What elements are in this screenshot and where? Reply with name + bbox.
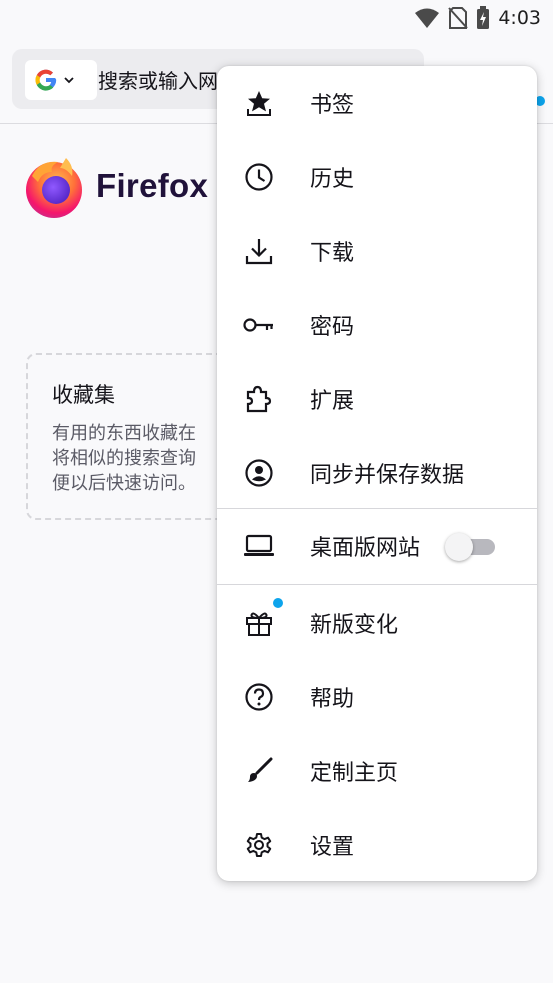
new-badge-dot bbox=[273, 598, 283, 608]
menu-item-customize-homepage[interactable]: 定制主页 bbox=[217, 734, 537, 808]
menu-item-extensions[interactable]: 扩展 bbox=[217, 362, 537, 436]
menu-item-label: 桌面版网站 bbox=[310, 536, 421, 561]
menu-item-history[interactable]: 历史 bbox=[217, 140, 537, 214]
bookmark-star-icon bbox=[241, 85, 277, 121]
firefox-wordmark: Firefox bbox=[96, 167, 209, 204]
puzzle-icon bbox=[241, 381, 277, 417]
collections-description-line: 将相似的搜索查询 bbox=[52, 448, 196, 469]
menu-item-label: 设置 bbox=[310, 835, 355, 860]
chevron-down-icon bbox=[63, 75, 75, 85]
menu-item-downloads[interactable]: 下载 bbox=[217, 214, 537, 288]
google-logo-icon bbox=[33, 67, 59, 93]
status-bar: 4:03 bbox=[0, 0, 553, 38]
menu-item-passwords[interactable]: 密码 bbox=[217, 288, 537, 362]
laptop-icon bbox=[241, 528, 277, 564]
battery-charging-icon bbox=[476, 6, 490, 30]
desktop-site-toggle[interactable] bbox=[445, 533, 495, 561]
menu-item-desktop-site[interactable]: 桌面版网站 bbox=[217, 509, 537, 583]
search-engine-selector[interactable] bbox=[25, 60, 97, 100]
download-icon bbox=[241, 233, 277, 269]
menu-divider bbox=[217, 584, 537, 585]
paintbrush-icon bbox=[241, 753, 277, 789]
menu-item-label: 历史 bbox=[310, 167, 355, 192]
menu-item-label: 密码 bbox=[310, 315, 355, 340]
key-icon bbox=[241, 307, 277, 343]
status-icons: 4:03 bbox=[414, 6, 541, 30]
menu-item-label: 扩展 bbox=[310, 389, 355, 414]
menu-item-label: 定制主页 bbox=[310, 761, 399, 786]
collections-description-line: 便以后快速访问。 bbox=[52, 473, 196, 494]
no-sim-icon bbox=[448, 6, 469, 30]
firefox-logo: Firefox bbox=[22, 154, 208, 218]
help-icon bbox=[241, 679, 277, 715]
menu-item-help[interactable]: 帮助 bbox=[217, 660, 537, 734]
status-time: 4:03 bbox=[498, 7, 541, 29]
firefox-logo-icon bbox=[22, 154, 86, 218]
menu-item-label: 新版变化 bbox=[310, 613, 399, 638]
clock-icon bbox=[241, 159, 277, 195]
menu-item-bookmarks[interactable]: 书签 bbox=[217, 66, 537, 140]
menu-item-whats-new[interactable]: 新版变化 bbox=[217, 586, 537, 660]
gift-icon bbox=[241, 605, 277, 641]
main-menu: 书签 历史 下载 密码 扩展 同步并保存数据 桌面版网站 新版变化 帮助 定制主… bbox=[217, 66, 537, 881]
menu-item-sync[interactable]: 同步并保存数据 bbox=[217, 436, 537, 510]
wifi-icon bbox=[414, 7, 440, 29]
menu-item-label: 下载 bbox=[310, 241, 355, 266]
account-icon bbox=[241, 455, 277, 491]
toggle-knob bbox=[445, 533, 473, 561]
menu-item-settings[interactable]: 设置 bbox=[217, 808, 537, 882]
menu-item-label: 同步并保存数据 bbox=[310, 463, 465, 488]
menu-item-label: 帮助 bbox=[310, 687, 355, 712]
menu-item-label: 书签 bbox=[310, 93, 355, 118]
gear-icon bbox=[241, 827, 277, 863]
collections-description-line: 有用的东西收藏在 bbox=[52, 423, 196, 444]
